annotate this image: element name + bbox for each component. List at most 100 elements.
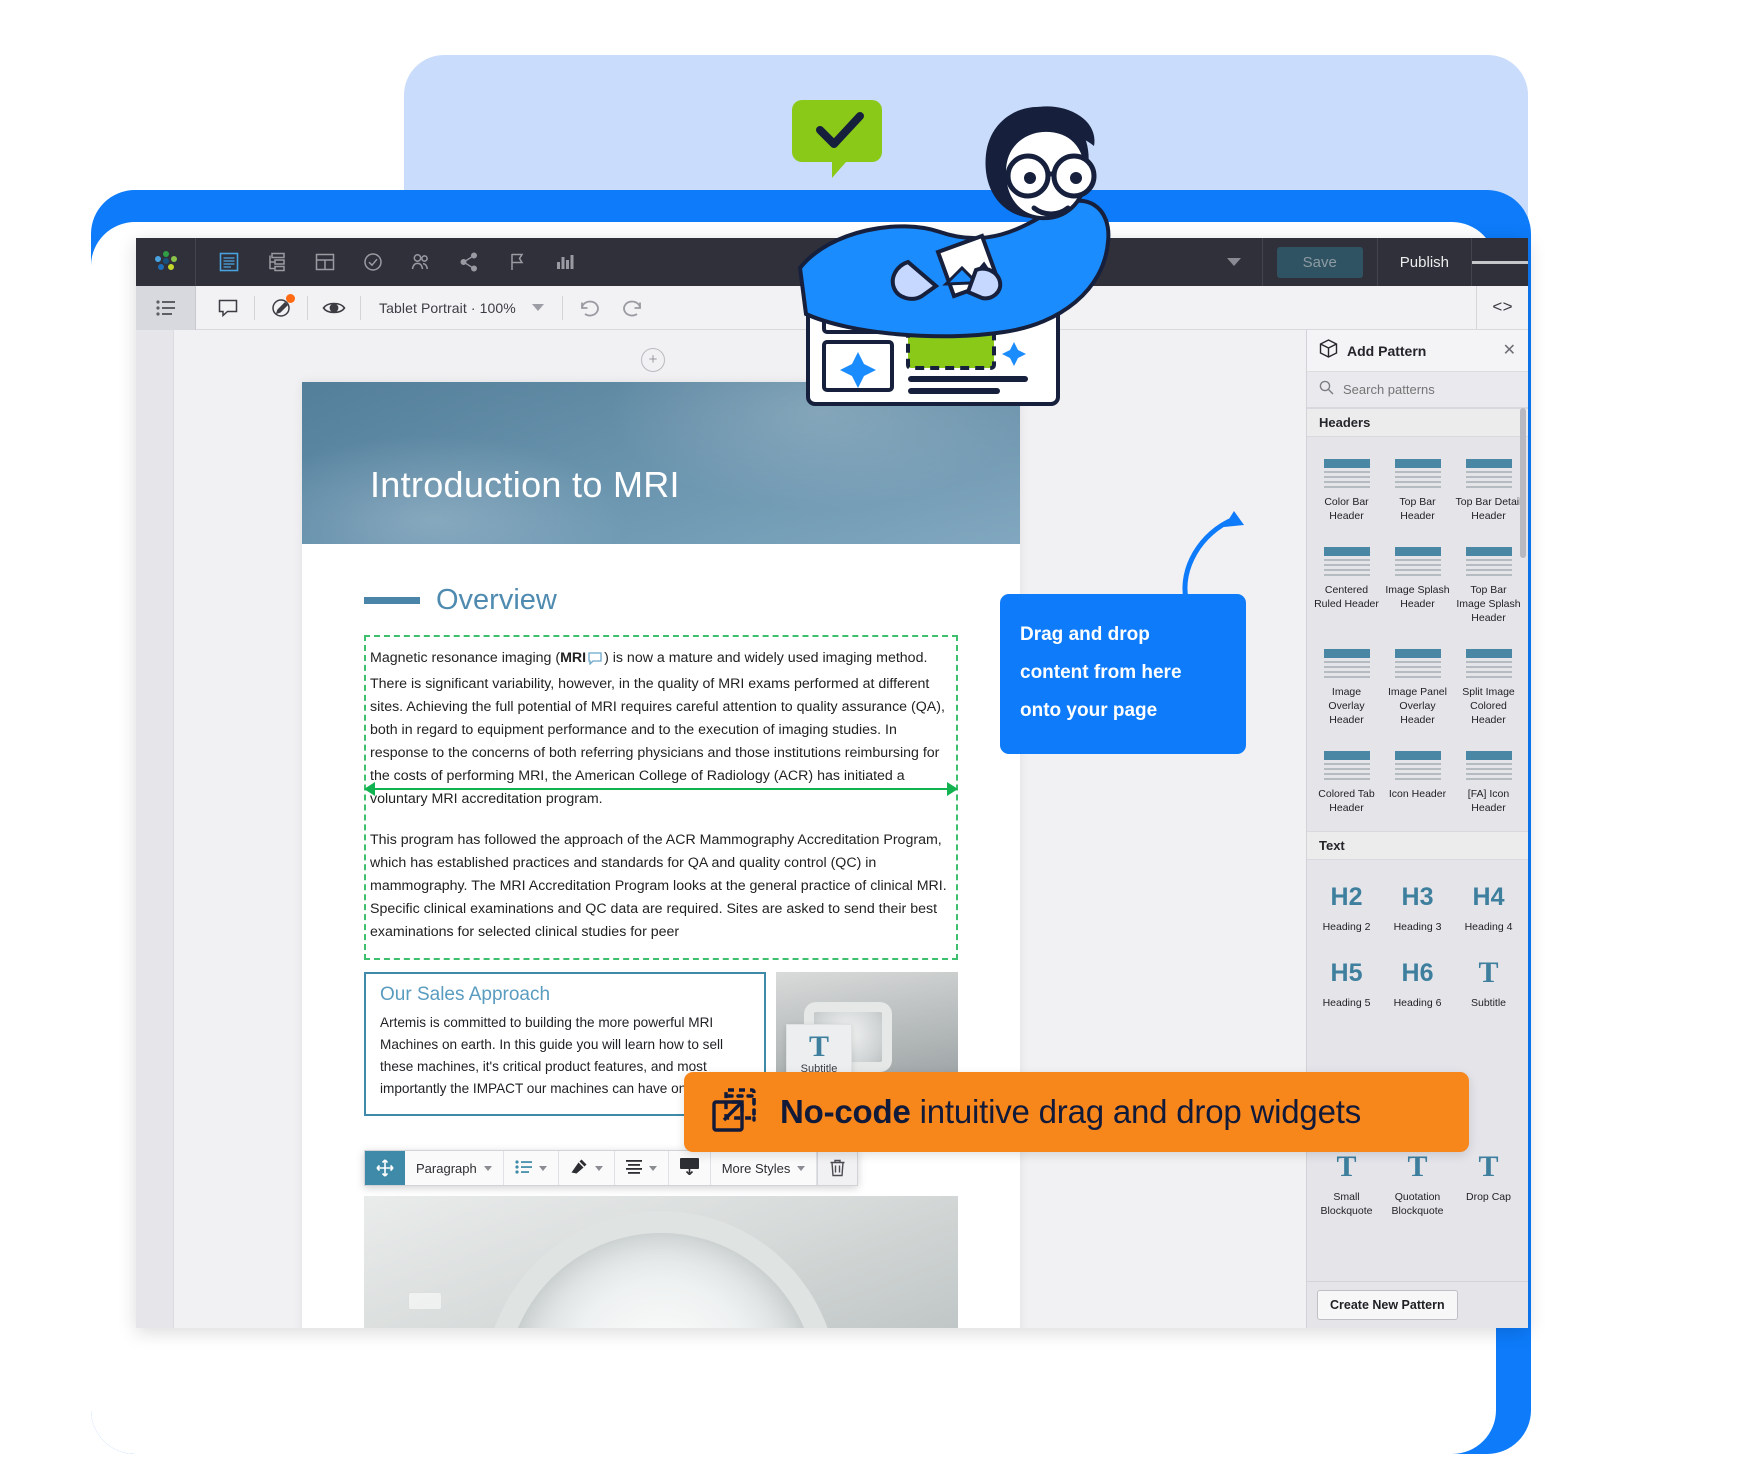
- align-dropdown[interactable]: [615, 1151, 669, 1185]
- pattern-item[interactable]: H2 Heading 2: [1311, 872, 1382, 948]
- pattern-item[interactable]: Image Splash Header: [1382, 537, 1453, 639]
- top-toolbar-right: Save Publish: [1207, 238, 1528, 286]
- pattern-item[interactable]: Split Image Colored Header: [1453, 639, 1524, 741]
- pattern-item[interactable]: Colored Tab Header: [1311, 741, 1382, 829]
- bullet-list-icon: [515, 1159, 532, 1177]
- comment-marker-icon[interactable]: [588, 650, 602, 673]
- pattern-grid-headers: Color Bar Header Top Bar Header Top Bar …: [1307, 437, 1528, 831]
- check-circle-icon[interactable]: [352, 241, 394, 283]
- paragraph-1: Magnetic resonance imaging (MRI) is now …: [370, 647, 952, 811]
- move-handle-icon[interactable]: [365, 1151, 405, 1185]
- bullet-list-dropdown[interactable]: [504, 1151, 559, 1185]
- align-icon: [625, 1159, 642, 1177]
- pattern-item[interactable]: Image Overlay Header: [1311, 639, 1382, 741]
- notification-dot: [286, 293, 295, 303]
- pattern-item-label: [FA] Icon Header: [1467, 788, 1510, 814]
- pattern-item[interactable]: Top Bar Detail Header: [1453, 449, 1524, 537]
- pattern-thumb-icon: [1465, 459, 1512, 488]
- pattern-item-label: Image Splash Header: [1385, 584, 1450, 610]
- pattern-item[interactable]: [FA] Icon Header: [1453, 741, 1524, 829]
- selected-text-block[interactable]: Magnetic resonance imaging (MRI) is now …: [364, 635, 958, 960]
- plus-circle-icon[interactable]: +: [641, 348, 665, 372]
- pattern-section-headers: Headers: [1307, 408, 1528, 437]
- paragraph-style-dropdown[interactable]: Paragraph: [405, 1151, 504, 1185]
- mri-bold: MRI: [560, 650, 587, 666]
- blockquote-glyph-icon: T: [1407, 1150, 1428, 1183]
- code-view-button[interactable]: <>: [1476, 286, 1528, 330]
- heading-glyph-icon: H6: [1401, 959, 1434, 987]
- nodes-logo-icon[interactable]: [136, 238, 196, 286]
- insert-block-button[interactable]: [669, 1151, 711, 1185]
- no-code-banner: No-code intuitive drag and drop widgets: [684, 1072, 1469, 1152]
- pattern-item[interactable]: Top Bar Header: [1382, 449, 1453, 537]
- format-toolbar: Paragraph More Styles: [364, 1150, 859, 1186]
- chart-icon[interactable]: [544, 241, 586, 283]
- section-header: Overview: [364, 584, 1020, 617]
- dropcap-glyph-icon: T: [1478, 1150, 1499, 1183]
- canvas-left-rail: [136, 330, 174, 1328]
- pattern-panel-title: Add Pattern: [1347, 342, 1427, 359]
- pattern-item[interactable]: T Subtitle: [1453, 948, 1524, 1024]
- pattern-section-text: Text: [1307, 831, 1528, 860]
- scrollbar[interactable]: [1520, 408, 1526, 558]
- hierarchy-icon[interactable]: [256, 241, 298, 283]
- layout-icon[interactable]: [304, 241, 346, 283]
- pattern-item-label: Colored Tab Header: [1318, 788, 1375, 814]
- heading-glyph-icon: H4: [1472, 883, 1505, 911]
- pattern-item[interactable]: Centered Ruled Header: [1311, 537, 1382, 639]
- search-input[interactable]: [1343, 382, 1516, 397]
- pattern-item[interactable]: H6 Heading 6: [1382, 948, 1453, 1024]
- pattern-panel-footer: Create New Pattern: [1307, 1281, 1528, 1328]
- chevron-down-icon[interactable]: [531, 299, 544, 317]
- pattern-item[interactable]: H4 Heading 4: [1453, 872, 1524, 948]
- comment-icon[interactable]: [206, 286, 250, 330]
- app-body: + Introduction to MRI Overview Magnetic …: [136, 330, 1528, 1328]
- hamburger-icon[interactable]: [1472, 238, 1528, 286]
- paragraph-2: This program has followed the approach o…: [370, 832, 947, 940]
- flag-icon[interactable]: [496, 241, 538, 283]
- create-new-pattern-button[interactable]: Create New Pattern: [1317, 1290, 1458, 1320]
- pattern-item-label: Heading 6: [1393, 997, 1442, 1009]
- review-pen-icon[interactable]: [259, 286, 303, 330]
- chevron-down-icon[interactable]: [1207, 238, 1263, 286]
- trash-icon[interactable]: [817, 1151, 858, 1185]
- heading-glyph-icon: H5: [1330, 959, 1363, 987]
- undo-icon[interactable]: [567, 286, 611, 330]
- chevron-down-icon: [483, 1165, 492, 1171]
- document-icon[interactable]: [208, 241, 250, 283]
- sales-approach-title: Our Sales Approach: [380, 984, 551, 1005]
- pattern-item-label: Subtitle: [1470, 997, 1507, 1009]
- outline-list-icon[interactable]: [136, 285, 196, 330]
- highlighter-dropdown[interactable]: [559, 1151, 615, 1185]
- pattern-item[interactable]: Top Bar Image Splash Header: [1453, 537, 1524, 639]
- eye-icon[interactable]: [312, 286, 356, 330]
- pattern-item[interactable]: Icon Header: [1382, 741, 1453, 829]
- callout-arrow-icon: [1182, 511, 1244, 600]
- publish-button[interactable]: Publish: [1376, 238, 1472, 286]
- pattern-item[interactable]: H5 Heading 5: [1311, 948, 1382, 1024]
- more-styles-dropdown[interactable]: More Styles: [711, 1151, 818, 1185]
- mri-bore-image[interactable]: [364, 1196, 958, 1328]
- pattern-item[interactable]: Color Bar Header: [1311, 449, 1382, 537]
- close-icon[interactable]: ✕: [1503, 342, 1516, 359]
- pattern-thumb-icon: [1323, 649, 1370, 678]
- pattern-thumb-icon: [1323, 751, 1370, 780]
- drag-drop-widget-icon: [710, 1086, 758, 1139]
- pattern-item-label: Heading 3: [1393, 921, 1442, 933]
- users-icon[interactable]: [400, 241, 442, 283]
- save-button[interactable]: Save: [1276, 246, 1363, 278]
- section-rule: [364, 597, 420, 604]
- share-icon[interactable]: [448, 241, 490, 283]
- no-code-banner-text: No-code intuitive drag and drop widgets: [780, 1093, 1361, 1131]
- pattern-item-label: Color Bar Header: [1324, 496, 1369, 522]
- pattern-thumb-icon: [1394, 649, 1441, 678]
- drop-indicator: [364, 782, 958, 796]
- callout-line-1: Drag and drop: [1020, 624, 1150, 645]
- redo-icon[interactable]: [611, 286, 655, 330]
- pattern-item[interactable]: H3 Heading 3: [1382, 872, 1453, 948]
- pattern-item[interactable]: Image Panel Overlay Header: [1382, 639, 1453, 741]
- chevron-down-icon: [648, 1165, 657, 1171]
- pattern-item-label: Top Bar Image Splash Header: [1456, 584, 1521, 624]
- zoom-level-label[interactable]: Tablet Portrait · 100%: [379, 300, 516, 316]
- pattern-item-label: Top Bar Detail Header: [1455, 496, 1522, 522]
